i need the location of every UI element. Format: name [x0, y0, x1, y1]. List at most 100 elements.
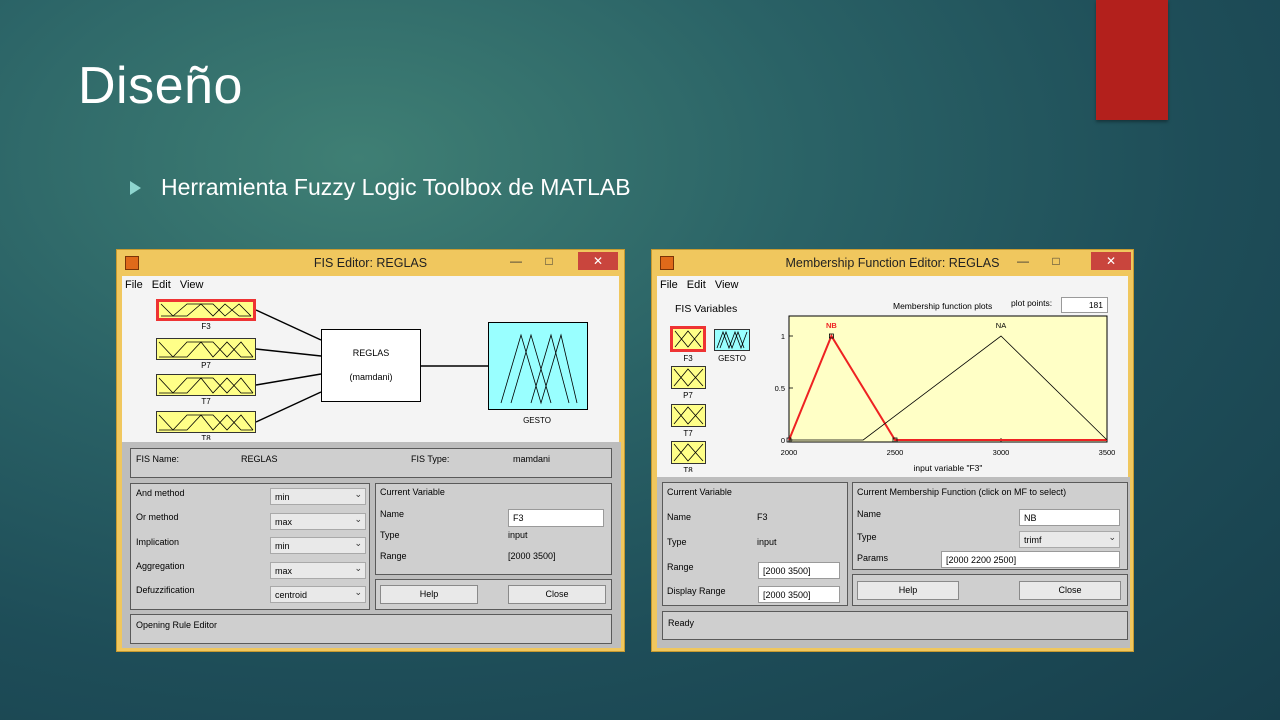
- x-tick-label: 3500: [1099, 448, 1116, 457]
- cv-display-range-label: Display Range: [667, 586, 726, 596]
- y-tick-label: 1: [781, 332, 785, 341]
- cmf-type-value: trimf: [1024, 535, 1042, 545]
- cv-name-label: Name: [667, 512, 692, 522]
- current-variable-header: Current Variable: [380, 487, 445, 497]
- help-button[interactable]: Help: [857, 581, 959, 600]
- chevron-down-icon: ⌄: [354, 563, 362, 573]
- cv-name-field[interactable]: F3: [508, 509, 604, 527]
- bullet-arrow-icon: [130, 180, 141, 195]
- fis-name-label: FIS Name:: [136, 454, 180, 464]
- status-bar: Opening Rule Editor: [130, 614, 612, 644]
- menu-file[interactable]: File: [122, 276, 146, 291]
- chevron-down-icon: ⌄: [354, 489, 362, 499]
- cv-type-label: Type: [380, 530, 400, 540]
- menu-edit[interactable]: Edit: [149, 276, 174, 291]
- aggregation-select[interactable]: max ⌄: [270, 562, 366, 579]
- input-t8-label: T8: [201, 434, 211, 440]
- variable-p7-icon[interactable]: [671, 366, 706, 389]
- output-gesto-label: GESTO: [523, 416, 551, 425]
- cmf-params-field[interactable]: [2000 2200 2500]: [941, 551, 1120, 568]
- mf-plot[interactable]: 0 0.5 1 2000 2500 3000 3500 NB NA input variable…: [769, 315, 1119, 476]
- defuzzification-value: centroid: [275, 590, 308, 600]
- close-button[interactable]: Close: [508, 585, 606, 604]
- x-tick-label: 2500: [887, 448, 904, 457]
- implication-select[interactable]: min ⌄: [270, 537, 366, 554]
- cv-range-field[interactable]: [2000 3500]: [758, 562, 840, 579]
- rule-system-block[interactable]: REGLAS (mamdani): [321, 329, 421, 402]
- plot-points-field[interactable]: 181: [1061, 297, 1108, 313]
- output-gesto-block[interactable]: [488, 322, 588, 410]
- cv-name-value: F3: [757, 512, 768, 522]
- cmf-params-label: Params: [857, 553, 889, 563]
- close-icon[interactable]: ✕: [1091, 252, 1131, 270]
- variable-gesto-label: GESTO: [718, 354, 746, 363]
- maximize-icon[interactable]: □: [538, 254, 560, 270]
- variable-t8-icon[interactable]: [671, 441, 706, 464]
- maximize-icon[interactable]: □: [1045, 254, 1067, 270]
- fis-type-value: mamdani: [513, 454, 551, 464]
- fis-editor-titlebar[interactable]: FIS Editor: REGLAS — □ ✕: [117, 250, 624, 276]
- fis-type-label: FIS Type:: [411, 454, 450, 464]
- input-t7-block[interactable]: [156, 374, 256, 396]
- chevron-down-icon: ⌄: [354, 514, 362, 524]
- input-f3-label: F3: [201, 322, 211, 331]
- fis-info-panel: FIS Name: REGLAS FIS Type: mamdani: [130, 448, 612, 478]
- help-button[interactable]: Help: [380, 585, 478, 604]
- aggregation-value: max: [275, 566, 293, 576]
- variable-gesto-icon[interactable]: [714, 329, 750, 351]
- methods-panel: And method min ⌄ Or method max ⌄ Implicati…: [130, 483, 370, 610]
- menu-bar: File Edit View: [122, 276, 619, 294]
- cmf-name-label: Name: [857, 509, 882, 519]
- minimize-icon[interactable]: —: [505, 254, 527, 270]
- mf-shape-icon: [158, 341, 254, 358]
- mf-editor-window: Membership Function Editor: REGLAS — □ ✕…: [651, 249, 1134, 652]
- input-f3-block[interactable]: [156, 299, 256, 321]
- mf-current-variable-panel: Current Variable Name F3 Type input Rang…: [662, 482, 848, 606]
- implication-label: Implication: [136, 537, 180, 547]
- x-tick-label: 3000: [993, 448, 1010, 457]
- mf-editor-titlebar[interactable]: Membership Function Editor: REGLAS — □ ✕: [652, 250, 1133, 276]
- close-button[interactable]: Close: [1019, 581, 1121, 600]
- fis-name-value: REGLAS: [241, 454, 278, 464]
- cv-range-label: Range: [667, 562, 694, 572]
- cmf-name-field[interactable]: NB: [1019, 509, 1120, 526]
- input-t8-block[interactable]: [156, 411, 256, 433]
- cv-name-label: Name: [380, 509, 405, 519]
- menu-view[interactable]: View: [177, 276, 207, 291]
- close-icon[interactable]: ✕: [578, 252, 618, 270]
- input-t7-label: T7: [201, 397, 211, 406]
- variable-t7-icon[interactable]: [671, 404, 706, 427]
- menu-bar: File Edit View: [657, 276, 1128, 294]
- mf-shape-icon: [674, 330, 702, 348]
- x-axis-label: input variable "F3": [914, 463, 983, 473]
- and-method-select[interactable]: min ⌄: [270, 488, 366, 505]
- plot-area: [788, 315, 1108, 443]
- cmf-type-select[interactable]: trimf ⌄: [1019, 531, 1120, 548]
- defuzzification-select[interactable]: centroid ⌄: [270, 586, 366, 603]
- x-tick-label: 2000: [781, 448, 798, 457]
- y-tick-label: 0.5: [775, 384, 785, 393]
- menu-edit[interactable]: Edit: [684, 276, 709, 291]
- mf-shape-icon: [673, 406, 704, 425]
- cv-type-label: Type: [667, 537, 687, 547]
- input-p7-block[interactable]: [156, 338, 256, 360]
- status-text: Ready: [668, 618, 695, 628]
- fis-buttons-panel: Help Close: [375, 579, 612, 610]
- minimize-icon[interactable]: —: [1012, 254, 1034, 270]
- mf-label-na: NA: [996, 321, 1006, 330]
- status-bar: Ready: [662, 611, 1128, 640]
- mf-label-nb: NB: [826, 321, 837, 330]
- menu-view[interactable]: View: [712, 276, 742, 291]
- mf-buttons-panel: Help Close: [852, 574, 1128, 606]
- or-method-label: Or method: [136, 512, 179, 522]
- cv-type-value: input: [508, 530, 528, 540]
- menu-file[interactable]: File: [657, 276, 681, 291]
- cv-display-range-field[interactable]: [2000 3500]: [758, 586, 840, 603]
- implication-value: min: [275, 541, 290, 551]
- status-text: Opening Rule Editor: [136, 620, 218, 630]
- or-method-select[interactable]: max ⌄: [270, 513, 366, 530]
- mf-shape-icon: [716, 330, 748, 350]
- variable-f3-icon[interactable]: [670, 326, 706, 352]
- plot-points-label: plot points:: [1011, 298, 1053, 308]
- cmf-header: Current Membership Function (click on MF…: [857, 487, 1067, 497]
